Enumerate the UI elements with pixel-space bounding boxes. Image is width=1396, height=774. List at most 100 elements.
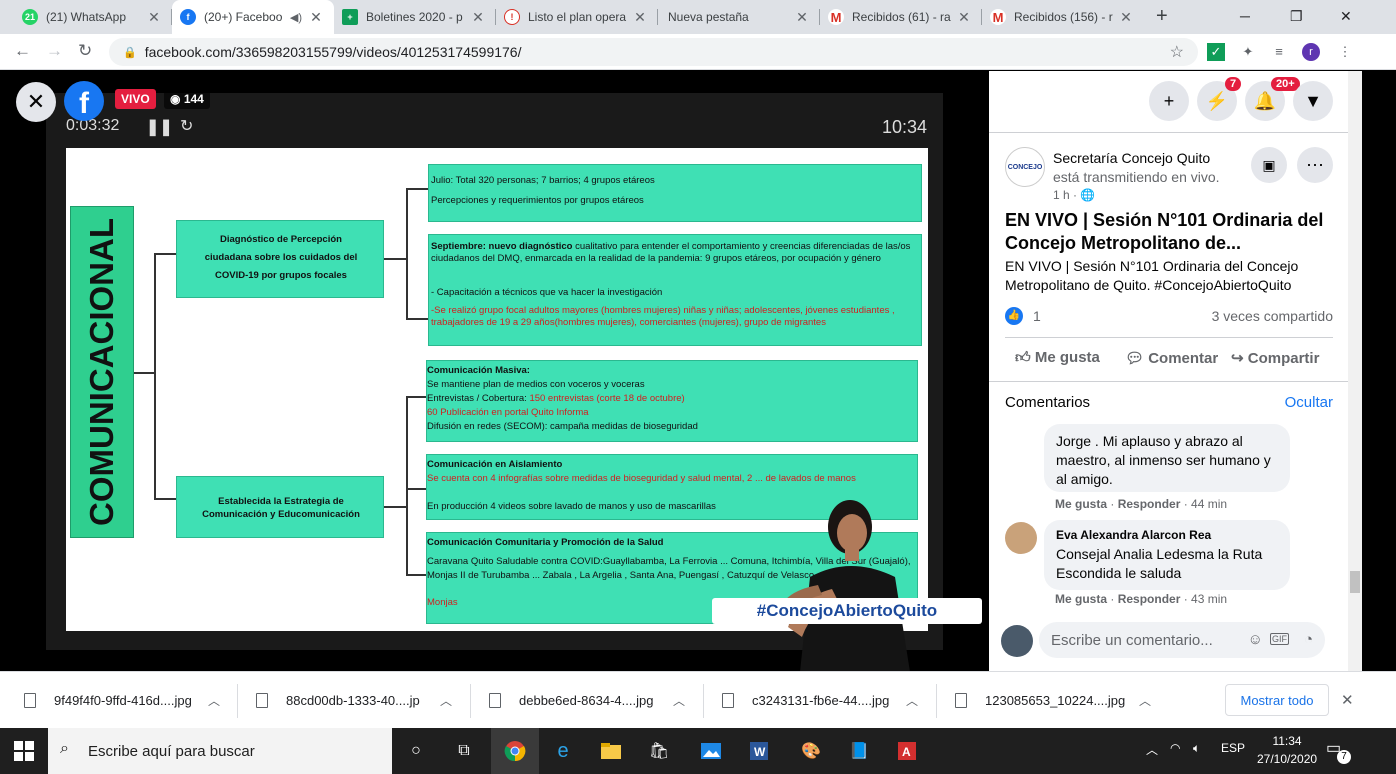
- show-all-button[interactable]: Mostrar todo: [1225, 684, 1329, 716]
- chevron-up-icon[interactable]: ︿: [440, 692, 452, 709]
- current-user-avatar[interactable]: [1001, 625, 1033, 657]
- account-menu-button[interactable]: ▼: [1293, 81, 1333, 121]
- download-item[interactable]: c3243131-fb6e-44....jpg ︿: [722, 672, 918, 729]
- share-button[interactable]: ↪ Compartir: [1231, 349, 1319, 367]
- warning-icon: !: [504, 9, 520, 25]
- gmail-icon: M: [990, 9, 1006, 25]
- show-hidden-icons[interactable]: ︿: [1146, 741, 1158, 758]
- tab-gmail-1[interactable]: M Recibidos (61) - ra ✕: [820, 0, 982, 34]
- download-item[interactable]: 123085653_10224....jpg ︿: [955, 672, 1151, 729]
- language-indicator[interactable]: ESP: [1221, 741, 1245, 755]
- likes-count[interactable]: 1: [1033, 308, 1041, 324]
- lock-icon[interactable]: 🔒: [123, 46, 137, 59]
- post-title[interactable]: EN VIVO | Sesión N°101 Ordinaria del Con…: [1005, 209, 1335, 255]
- comment-reply-link[interactable]: Responder: [1118, 497, 1181, 511]
- search-icon: ⌕: [60, 740, 69, 757]
- tab-whatsapp[interactable]: 21 (21) WhatsApp ✕: [14, 0, 172, 34]
- tab-gmail-2[interactable]: M Recibidos (156) - r ✕: [982, 0, 1144, 34]
- hide-comments-link[interactable]: Ocultar: [1285, 394, 1333, 411]
- panel-scrollbar[interactable]: [1348, 71, 1362, 671]
- close-window-icon[interactable]: ✕: [1340, 8, 1352, 25]
- create-button[interactable]: +: [1149, 81, 1189, 121]
- photos-icon[interactable]: [697, 737, 725, 765]
- task-view-icon[interactable]: ⧉: [450, 737, 478, 765]
- address-bar[interactable]: 🔒 facebook.com/336598203155799/videos/40…: [109, 38, 1198, 66]
- word-icon[interactable]: W: [745, 737, 773, 765]
- maximize-icon[interactable]: ❐: [1290, 8, 1303, 25]
- back-icon[interactable]: ←: [14, 41, 31, 61]
- windows-start-icon[interactable]: [14, 741, 34, 761]
- close-downloads-icon[interactable]: ✕: [1341, 691, 1354, 709]
- chevron-up-icon[interactable]: ︿: [208, 692, 220, 709]
- close-tab-icon[interactable]: ✕: [470, 9, 486, 26]
- save-button[interactable]: ▣: [1251, 147, 1287, 183]
- notes-icon[interactable]: 📘: [845, 737, 873, 765]
- globe-icon: 🌐: [1080, 188, 1096, 202]
- tab-boletines[interactable]: + Boletines 2020 - p ✕: [334, 0, 496, 34]
- chevron-up-icon[interactable]: ︿: [1139, 692, 1151, 709]
- facebook-logo-icon[interactable]: f: [64, 81, 104, 121]
- like-button[interactable]: 👍︎ Me gusta: [1015, 349, 1100, 367]
- network-icon[interactable]: ◠: [1170, 741, 1180, 755]
- paint-icon[interactable]: 🎨: [797, 737, 825, 765]
- chrome-icon[interactable]: [501, 737, 529, 765]
- comment-button[interactable]: 💬︎ Comentar: [1125, 349, 1218, 367]
- gif-icon[interactable]: GIF: [1270, 633, 1289, 645]
- pause-icon[interactable]: ❚❚: [146, 117, 173, 137]
- acrobat-icon[interactable]: A: [893, 737, 921, 765]
- org-avatar[interactable]: CONCEJO: [1005, 147, 1045, 187]
- store-icon[interactable]: 🛍: [645, 737, 673, 765]
- post-author[interactable]: Secretaría Concejo Quito: [1053, 150, 1210, 166]
- bookmark-star-icon[interactable]: ☆: [1170, 42, 1184, 62]
- post-time[interactable]: 1 h · 🌐: [1053, 188, 1095, 202]
- chevron-up-icon[interactable]: ︿: [906, 692, 918, 709]
- shares-count[interactable]: 3 veces compartido: [1212, 308, 1333, 324]
- more-options-button[interactable]: ⋯: [1297, 147, 1333, 183]
- chevron-up-icon[interactable]: ︿: [673, 692, 685, 709]
- volume-icon[interactable]: 🔈︎: [1193, 741, 1200, 756]
- comment-like-link[interactable]: Me gusta: [1055, 592, 1107, 606]
- comment-bubble: Eva Alexandra Alarcon Rea Consejal Anali…: [1044, 520, 1290, 590]
- close-tab-icon[interactable]: ✕: [794, 9, 810, 26]
- close-tab-icon[interactable]: ✕: [632, 9, 648, 26]
- close-tab-icon[interactable]: ✕: [146, 9, 162, 26]
- close-tab-icon[interactable]: ✕: [308, 9, 324, 26]
- minimize-icon[interactable]: ─: [1240, 8, 1250, 24]
- reactions-row[interactable]: 👍 1 3 veces compartido: [1005, 307, 1333, 327]
- extension-check-icon[interactable]: ✓: [1207, 43, 1225, 61]
- media-queue-icon[interactable]: ≡: [1270, 43, 1288, 61]
- video-player[interactable]: 0:03:32 ❚❚ ↻ 10:34 COMUNICACIONAL Diagnó…: [0, 71, 989, 672]
- tab-facebook[interactable]: f (20+) Faceboo ◀) ✕: [172, 0, 334, 34]
- cortana-icon[interactable]: ○: [402, 737, 430, 765]
- comment-like-link[interactable]: Me gusta: [1055, 497, 1107, 511]
- profile-avatar[interactable]: r: [1302, 43, 1320, 61]
- emoji-icon[interactable]: ☺: [1248, 631, 1263, 648]
- replay-icon[interactable]: ↻: [180, 116, 193, 136]
- edge-icon[interactable]: e: [549, 737, 577, 765]
- commenter-avatar[interactable]: [1005, 522, 1037, 554]
- comment-bubble: Jorge . Mi aplauso y abrazo al maestro, …: [1044, 424, 1290, 492]
- tab-plan[interactable]: ! Listo el plan opera ✕: [496, 0, 658, 34]
- new-tab-icon[interactable]: +: [1156, 5, 1168, 28]
- download-item[interactable]: 9f49f4f0-9ffd-416d....jpg ︿: [24, 672, 220, 729]
- download-item[interactable]: 88cd00db-1333-40....jp ︿: [256, 672, 452, 729]
- tab-new[interactable]: Nueva pestaña ✕: [658, 0, 820, 34]
- file-explorer-icon[interactable]: [597, 737, 625, 765]
- file-icon: [24, 693, 36, 708]
- forward-icon[interactable]: →: [46, 41, 63, 61]
- extensions-puzzle-icon[interactable]: ✦: [1239, 43, 1257, 61]
- sticker-icon[interactable]: ◔: [1304, 631, 1313, 648]
- comment-input[interactable]: Escribe un comentario... ☺ GIF ◔: [1039, 622, 1325, 658]
- browser-menu-icon[interactable]: ⋮: [1336, 43, 1354, 61]
- comment-reply-link[interactable]: Responder: [1118, 592, 1181, 606]
- comment-author[interactable]: Eva Alexandra Alarcon Rea: [1056, 526, 1278, 545]
- speaker-icon[interactable]: ◀): [290, 11, 302, 24]
- reload-icon[interactable]: ↻: [78, 41, 92, 61]
- download-item[interactable]: debbe6ed-8634-4....jpg ︿: [489, 672, 685, 729]
- close-video-button[interactable]: ✕: [16, 82, 56, 122]
- like-reaction-icon: 👍: [1005, 307, 1023, 325]
- close-tab-icon[interactable]: ✕: [956, 9, 972, 26]
- taskbar-clock[interactable]: 11:34 27/10/2020: [1257, 732, 1317, 768]
- close-tab-icon[interactable]: ✕: [1118, 9, 1134, 26]
- taskbar-search[interactable]: ⌕ Escribe aquí para buscar: [48, 728, 392, 774]
